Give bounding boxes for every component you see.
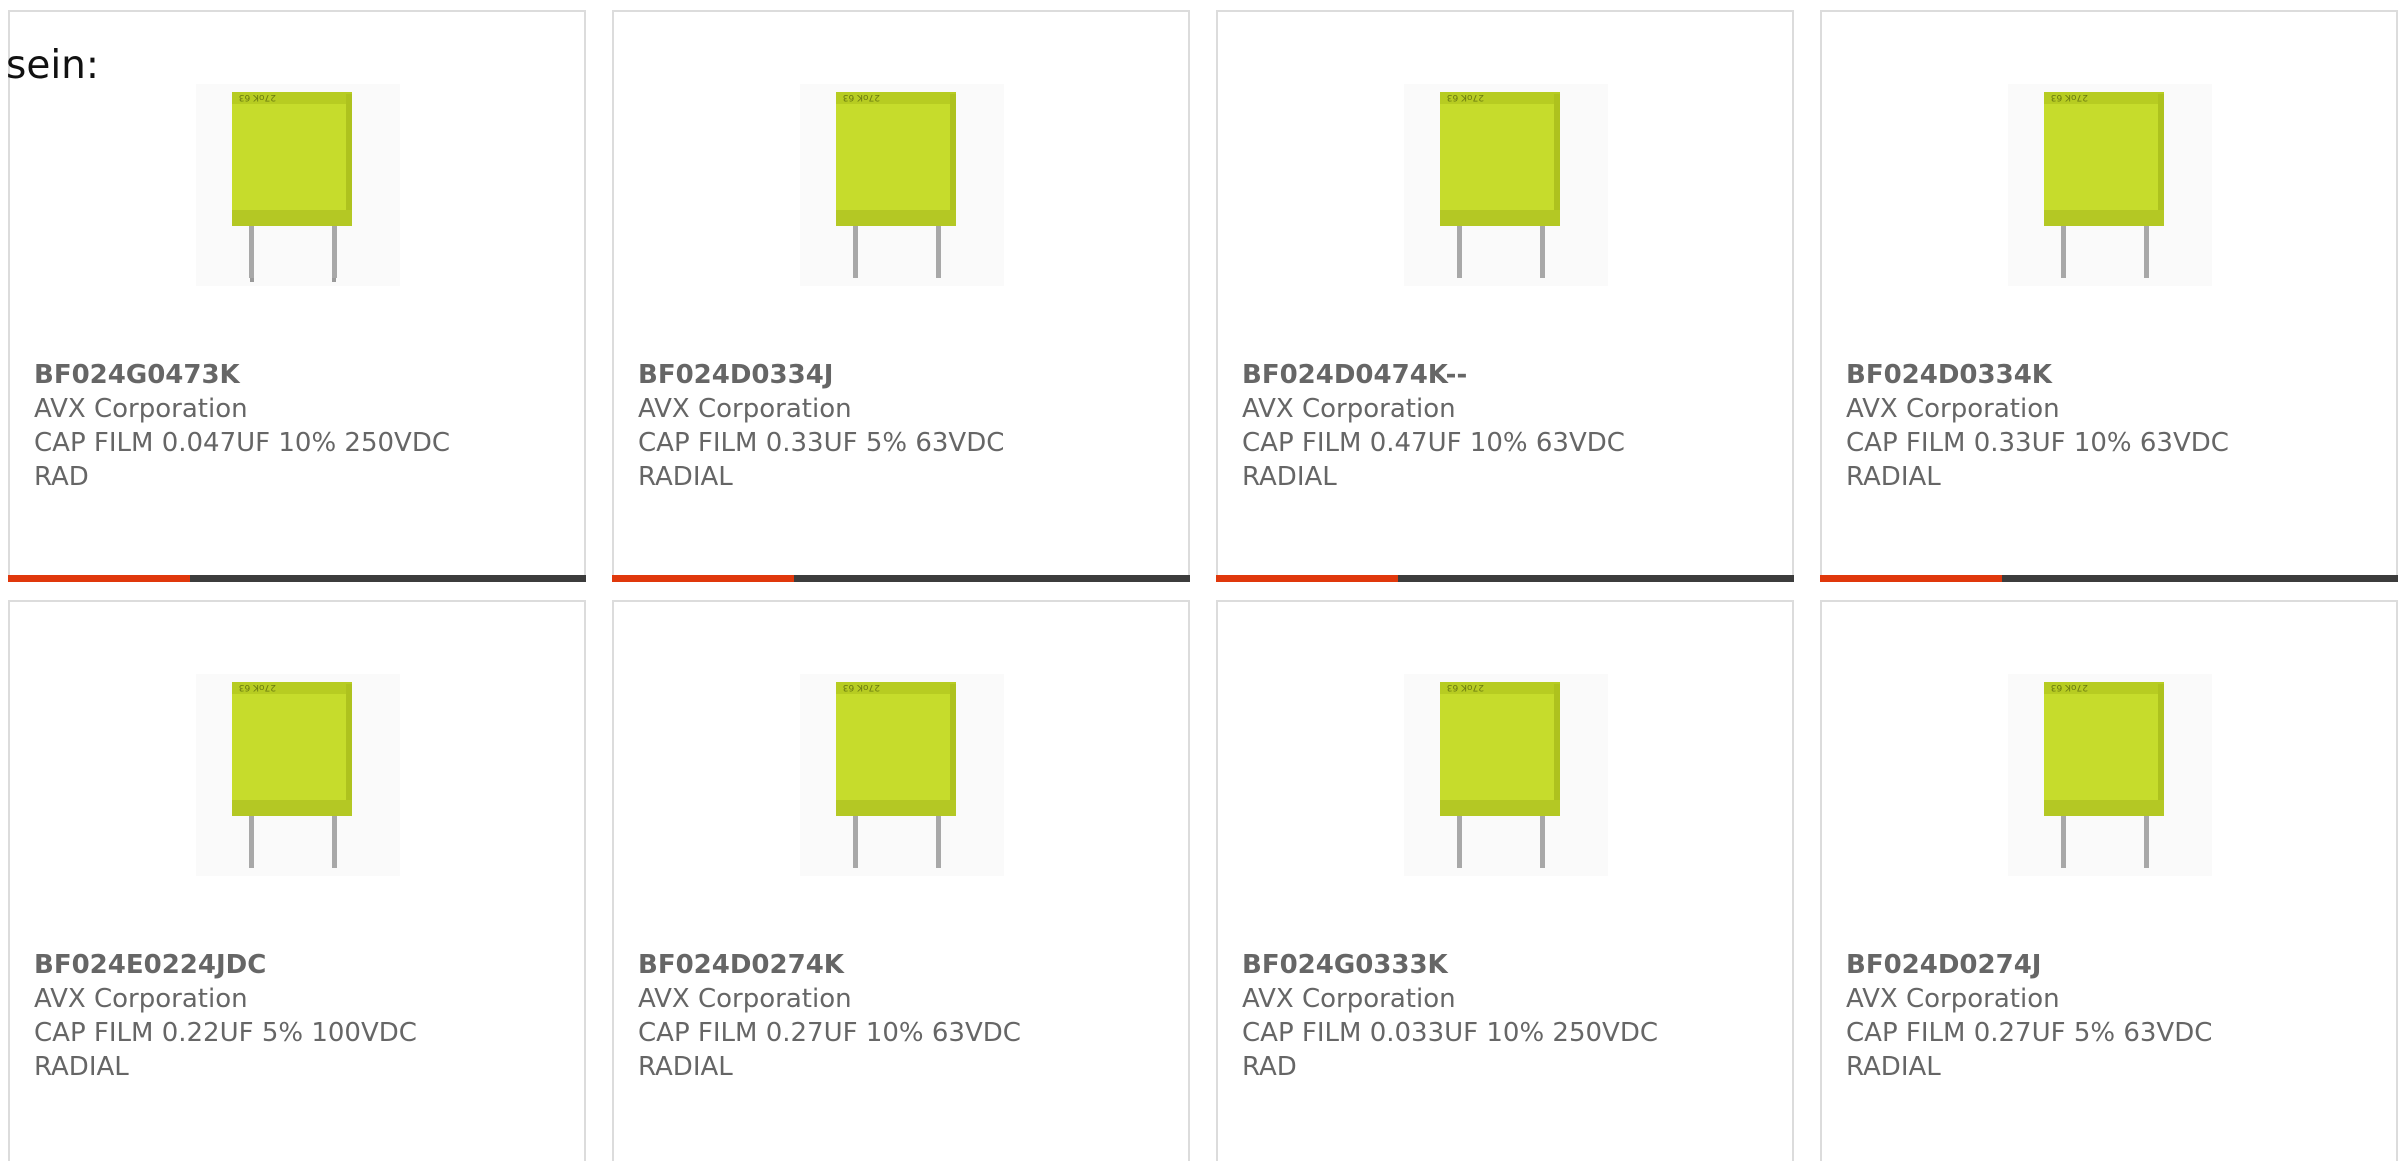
product-card[interactable]: 27oK 63 BF024D0274K AVX Corporation CAP … xyxy=(612,600,1190,1161)
part-number-link[interactable]: BF024E0224JDC xyxy=(34,948,564,982)
product-info: BF024D0334J AVX Corporation CAP FILM 0.3… xyxy=(638,358,1168,494)
film-capacitor-icon[interactable]: 27oK 63 xyxy=(2008,84,2212,286)
product-info: BF024D0274J AVX Corporation CAP FILM 0.2… xyxy=(1846,948,2376,1084)
film-capacitor-icon[interactable]: 27oK 63 xyxy=(1404,674,1608,876)
product-info: BF024G0473K AVX Corporation CAP FILM 0.0… xyxy=(34,358,564,494)
description-line1: CAP FILM 0.47UF 10% 63VDC xyxy=(1242,428,1625,458)
film-capacitor-icon[interactable]: 27oK 63 xyxy=(1404,84,1608,286)
manufacturer: AVX Corporation xyxy=(638,984,852,1014)
description-line2: RAD xyxy=(1242,1052,1297,1082)
description-line2: RADIAL xyxy=(1242,462,1337,492)
product-grid: 27oK 63 BF024G0473K AVX Corporation CAP … xyxy=(0,0,2400,1161)
description-line2: RADIAL xyxy=(638,1052,733,1082)
description-line1: CAP FILM 0.22UF 5% 100VDC xyxy=(34,1018,417,1048)
card-accent-bar xyxy=(1820,575,2398,582)
svg-text:27oK 63: 27oK 63 xyxy=(843,92,880,102)
description-line1: CAP FILM 0.33UF 5% 63VDC xyxy=(638,428,1005,458)
manufacturer: AVX Corporation xyxy=(638,394,852,424)
film-capacitor-icon[interactable]: 27oK 63 xyxy=(196,674,400,876)
part-number-link[interactable]: BF024D0474K-- xyxy=(1242,358,1772,392)
card-accent-highlight xyxy=(612,575,794,582)
intro-text: sein: xyxy=(6,43,100,88)
part-number-link[interactable]: BF024D0274J xyxy=(1846,948,2376,982)
card-accent-bar xyxy=(612,575,1190,582)
description-line1: CAP FILM 0.27UF 10% 63VDC xyxy=(638,1018,1021,1048)
svg-text:27oK 63: 27oK 63 xyxy=(239,92,276,102)
product-card[interactable]: 27oK 63 BF024D0474K-- AVX Corporation CA… xyxy=(1216,10,1794,582)
svg-text:27oK 63: 27oK 63 xyxy=(2051,92,2088,102)
description-line2: RADIAL xyxy=(34,1052,129,1082)
manufacturer: AVX Corporation xyxy=(34,394,248,424)
film-capacitor-icon[interactable]: 27oK 63 xyxy=(2008,674,2212,876)
film-capacitor-icon[interactable]: 27oK 63 xyxy=(196,84,400,286)
product-info: BF024E0224JDC AVX Corporation CAP FILM 0… xyxy=(34,948,564,1084)
description-line2: RADIAL xyxy=(638,462,733,492)
product-card[interactable]: 27oK 63 BF024D0274J AVX Corporation CAP … xyxy=(1820,600,2398,1161)
product-info: BF024D0334K AVX Corporation CAP FILM 0.3… xyxy=(1846,358,2376,494)
product-info: BF024D0474K-- AVX Corporation CAP FILM 0… xyxy=(1242,358,1772,494)
svg-text:27oK 63: 27oK 63 xyxy=(1447,92,1484,102)
manufacturer: AVX Corporation xyxy=(1846,984,2060,1014)
manufacturer: AVX Corporation xyxy=(1242,394,1456,424)
part-number-link[interactable]: BF024G0333K xyxy=(1242,948,1772,982)
manufacturer: AVX Corporation xyxy=(1846,394,2060,424)
svg-text:27oK 63: 27oK 63 xyxy=(2051,682,2088,692)
part-number-link[interactable]: BF024D0274K xyxy=(638,948,1168,982)
product-card[interactable]: 27oK 63 BF024E0224JDC AVX Corporation CA… xyxy=(8,600,586,1161)
description-line1: CAP FILM 0.047UF 10% 250VDC xyxy=(34,428,451,458)
card-accent-highlight xyxy=(1216,575,1398,582)
film-capacitor-icon[interactable]: 27oK 63 xyxy=(800,84,1004,286)
part-number-link[interactable]: BF024D0334J xyxy=(638,358,1168,392)
svg-text:27oK 63: 27oK 63 xyxy=(843,682,880,692)
svg-text:27oK 63: 27oK 63 xyxy=(239,682,276,692)
product-card[interactable]: 27oK 63 BF024D0334J AVX Corporation CAP … xyxy=(612,10,1190,582)
svg-text:27oK 63: 27oK 63 xyxy=(1447,682,1484,692)
card-accent-highlight xyxy=(8,575,190,582)
manufacturer: AVX Corporation xyxy=(34,984,248,1014)
description-line1: CAP FILM 0.27UF 5% 63VDC xyxy=(1846,1018,2213,1048)
description-line1: CAP FILM 0.033UF 10% 250VDC xyxy=(1242,1018,1659,1048)
product-listing-page: 27oK 63 BF024G0473K AVX Corporation CAP … xyxy=(0,0,2400,1161)
card-accent-bar xyxy=(8,575,586,582)
description-line2: RAD xyxy=(34,462,89,492)
description-line1: CAP FILM 0.33UF 10% 63VDC xyxy=(1846,428,2229,458)
product-info: BF024G0333K AVX Corporation CAP FILM 0.0… xyxy=(1242,948,1772,1084)
card-accent-highlight xyxy=(1820,575,2002,582)
part-number-link[interactable]: BF024G0473K xyxy=(34,358,564,392)
part-number-link[interactable]: BF024D0334K xyxy=(1846,358,2376,392)
film-capacitor-icon[interactable]: 27oK 63 xyxy=(800,674,1004,876)
description-line2: RADIAL xyxy=(1846,462,1941,492)
description-line2: RADIAL xyxy=(1846,1052,1941,1082)
product-card[interactable]: 27oK 63 BF024D0334K AVX Corporation CAP … xyxy=(1820,10,2398,582)
manufacturer: AVX Corporation xyxy=(1242,984,1456,1014)
product-card[interactable]: 27oK 63 BF024G0333K AVX Corporation CAP … xyxy=(1216,600,1794,1161)
card-accent-bar xyxy=(1216,575,1794,582)
product-info: BF024D0274K AVX Corporation CAP FILM 0.2… xyxy=(638,948,1168,1084)
